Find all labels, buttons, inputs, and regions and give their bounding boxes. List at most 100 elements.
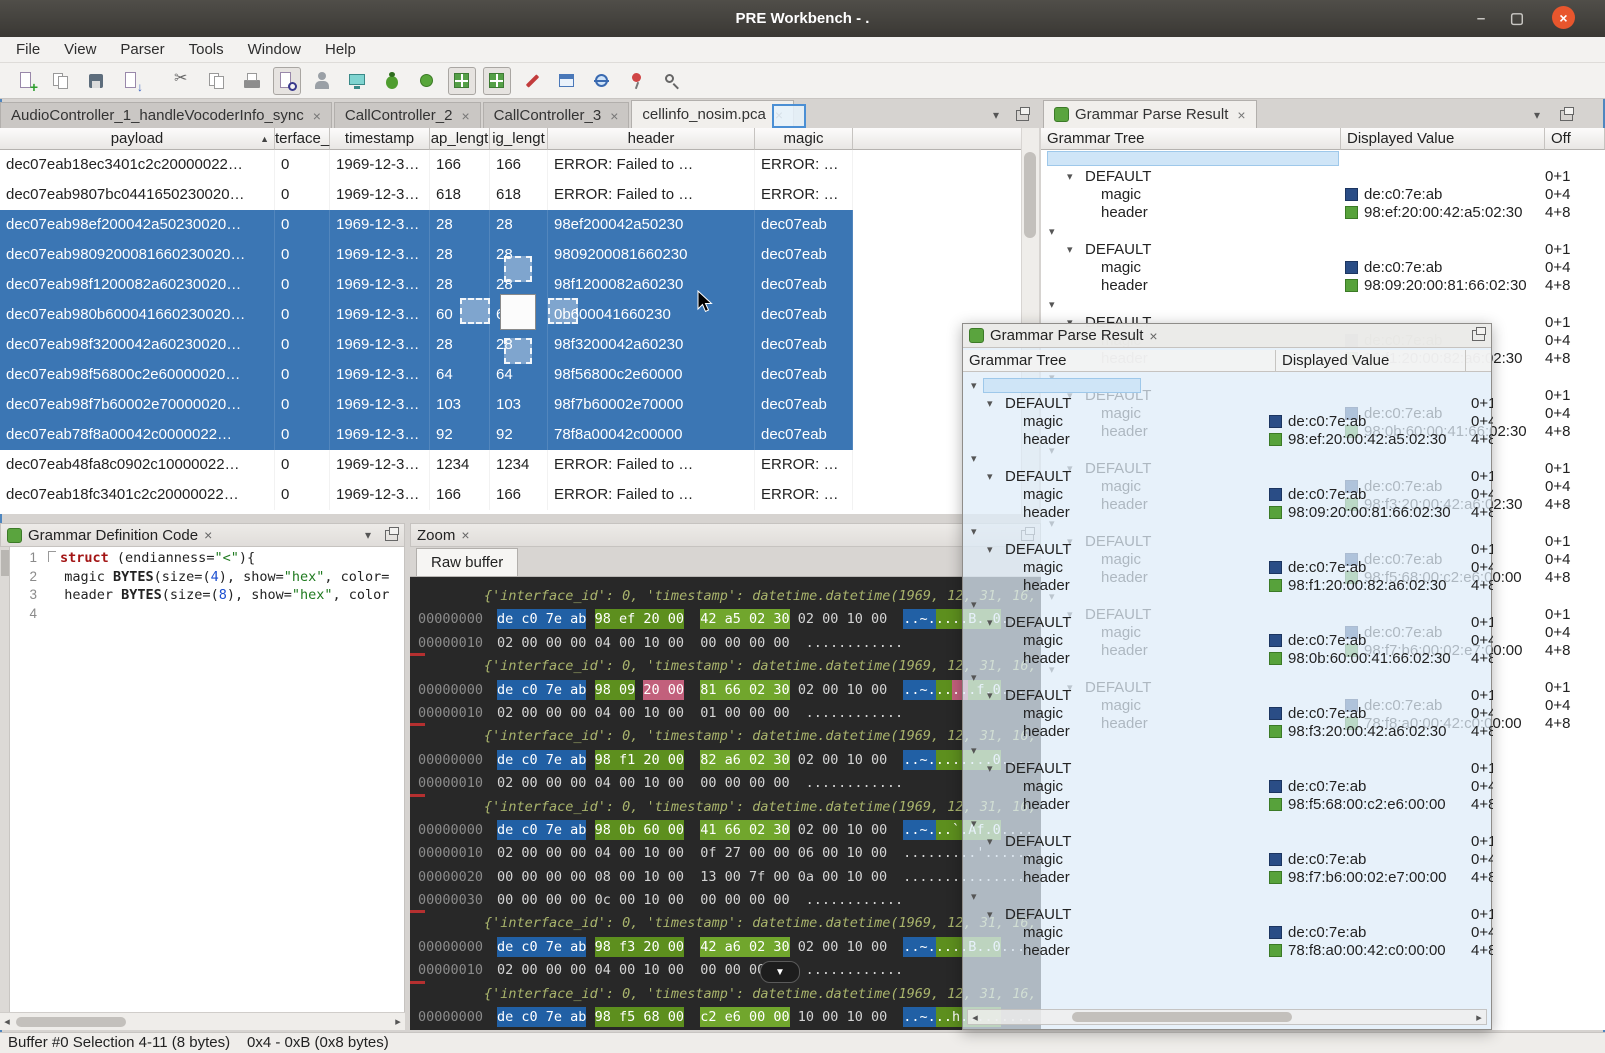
debug-button[interactable] — [378, 67, 406, 95]
pin-button[interactable] — [623, 67, 651, 95]
parse-root-row[interactable]: ▾ — [963, 888, 1493, 906]
hex-viewer[interactable]: {'interface_id': 0, 'timestamp': datetim… — [410, 577, 1041, 1030]
floating-column-0[interactable]: Grammar Tree — [963, 350, 1276, 371]
parse-header-row[interactable]: header98:f3:20:00:42:a6:02:304+8 — [963, 723, 1493, 741]
parse-magic-row[interactable]: magicde:c0:7e:ab0+4 — [963, 486, 1493, 504]
column-header-payload[interactable]: payload▲ — [0, 128, 275, 150]
parse-root-row[interactable]: ▾ — [1041, 223, 1605, 241]
hex-line[interactable]: 00000000de c0 7e ab 98 f1 20 00 82 a6 02… — [418, 749, 1041, 772]
chevron-down-icon[interactable]: ▾ — [1067, 168, 1073, 186]
column-header-header[interactable]: header — [548, 128, 755, 150]
hex-line[interactable]: 0000003000 00 00 00 0c 00 10 00 00 00 00… — [418, 889, 1041, 912]
chevron-down-icon[interactable]: ▾ — [1067, 241, 1073, 259]
tab-close-icon[interactable]: × — [313, 108, 321, 124]
column-header-aplengt[interactable]: ap_lengt — [430, 128, 490, 150]
preview-button[interactable] — [273, 67, 301, 95]
menu-help[interactable]: Help — [313, 37, 368, 62]
parse-root-row[interactable]: ▾ — [963, 523, 1493, 541]
code-panel-header[interactable]: Grammar Definition Code × ▾ — [0, 523, 405, 547]
hex-line[interactable]: 0000002000 00 00 00 08 00 10 00 13 00 7f… — [418, 866, 1041, 889]
menu-window[interactable]: Window — [236, 37, 313, 62]
tab-audiocontroller-1-handlevocoderinfo-sync[interactable]: AudioController_1_handleVocoderInfo_sync… — [0, 102, 332, 128]
floating-hscrollbar[interactable]: ◂ ▸ — [967, 1009, 1487, 1025]
parse-default-row[interactable]: ▾DEFAULT0+1 — [963, 468, 1493, 486]
hex-line[interactable]: 00000000de c0 7e ab 98 f5 68 00 c2 e6 00… — [418, 1006, 1041, 1029]
parse-header-row[interactable]: header98:ef:20:00:42:a5:02:304+8 — [1041, 204, 1605, 222]
table-row[interactable]: dec07eab98f7b60002e70000020…01969-12-3…1… — [0, 390, 853, 420]
parse-magic-row[interactable]: magicde:c0:7e:ab0+4 — [963, 924, 1493, 942]
tab-grammar-parse-result[interactable]: Grammar Parse Result × — [1043, 100, 1257, 128]
menu-file[interactable]: File — [4, 37, 52, 62]
fold-bracket-icon[interactable] — [48, 551, 56, 562]
parse-header-row[interactable]: header98:09:20:00:81:66:02:304+8 — [963, 504, 1493, 522]
scroll-down-pill[interactable]: ▼ — [760, 961, 800, 983]
marker-button[interactable] — [518, 67, 546, 95]
parse-column-2[interactable]: Off — [1545, 128, 1605, 150]
column-header-iglengt[interactable]: ig_lengt — [490, 128, 548, 150]
chevron-down-icon[interactable]: ▾ — [1049, 296, 1055, 314]
dock-chevron-icon[interactable]: ▾ — [1534, 108, 1540, 122]
parse-default-row[interactable]: ▾DEFAULT0+1 — [963, 541, 1493, 559]
tab-callcontroller-3[interactable]: CallController_3× — [483, 102, 630, 128]
parse-default-row[interactable]: ▾DEFAULT0+1 — [963, 687, 1493, 705]
window-button[interactable] — [553, 67, 581, 95]
search-button[interactable] — [658, 67, 686, 95]
chevron-down-icon[interactable]: ▾ — [987, 760, 993, 778]
parse-root-row[interactable]: ▾ — [963, 669, 1493, 687]
parse-default-row[interactable]: ▾DEFAULT0+1 — [1041, 241, 1605, 259]
parse-default-row[interactable]: ▾DEFAULT0+1 — [1041, 168, 1605, 186]
new-file-button[interactable]: + — [12, 67, 40, 95]
tab-detach-icon[interactable] — [1016, 110, 1029, 121]
chevron-down-icon[interactable]: ▾ — [1049, 223, 1055, 241]
run-button[interactable] — [413, 67, 441, 95]
chevron-down-icon[interactable]: ▾ — [971, 815, 977, 833]
parse-default-row[interactable]: ▾DEFAULT0+1 — [963, 833, 1493, 851]
hex-line[interactable]: 0000001002 00 00 00 04 00 10 00 00 00 00… — [418, 632, 1041, 655]
parse-header-row[interactable]: header98:0b:60:00:41:66:02:304+8 — [963, 650, 1493, 668]
cut-button[interactable]: ✂ — [168, 67, 196, 95]
hex-line[interactable]: 00000000de c0 7e ab 98 0b 60 00 41 66 02… — [418, 819, 1041, 842]
parse-header-row[interactable]: header78:f8:a0:00:42:c0:00:004+8 — [963, 942, 1493, 960]
chevron-down-icon[interactable]: ▾ — [971, 888, 977, 906]
tab-close-icon[interactable]: × — [610, 108, 618, 124]
parse-header-row[interactable]: header98:09:20:00:81:66:02:304+8 — [1041, 277, 1605, 295]
parse-magic-row[interactable]: magicde:c0:7e:ab0+4 — [963, 778, 1493, 796]
scrollbar-thumb[interactable] — [1072, 1012, 1292, 1022]
close-button[interactable]: × — [1552, 6, 1575, 29]
scroll-left-icon[interactable]: ◂ — [0, 1015, 14, 1028]
floating-window-detach-icon[interactable] — [1472, 330, 1485, 341]
capture-button[interactable] — [343, 67, 371, 95]
table-row[interactable]: dec07eab980b600041660230020…01969-12-3…6… — [0, 300, 853, 330]
chevron-down-icon[interactable]: ▾ — [987, 687, 993, 705]
hex-line[interactable]: 0000001002 00 00 00 04 00 10 00 01 00 00… — [418, 702, 1041, 725]
table-row[interactable]: dec07eab9807bc0441650230020…01969-12-3…6… — [0, 180, 853, 210]
tab-close-icon[interactable]: × — [1237, 107, 1245, 123]
parse-magic-row[interactable]: magicde:c0:7e:ab0+4 — [1041, 186, 1605, 204]
menu-tools[interactable]: Tools — [177, 37, 236, 62]
chevron-down-icon[interactable]: ▾ — [987, 833, 993, 851]
chevron-down-icon[interactable]: ▾ — [971, 450, 977, 468]
grammar-grid-button[interactable] — [448, 67, 476, 95]
scroll-right-icon[interactable]: ▸ — [1472, 1011, 1486, 1024]
code-strip-handle[interactable] — [1, 550, 9, 576]
chevron-down-icon[interactable]: ▾ — [971, 669, 977, 687]
save-button[interactable] — [82, 67, 110, 95]
floating-window-title-bar[interactable]: Grammar Parse Result × — [963, 324, 1491, 348]
scroll-left-icon[interactable]: ◂ — [968, 1011, 982, 1024]
floating-window-close-icon[interactable]: × — [1149, 328, 1157, 344]
print-button[interactable] — [238, 67, 266, 95]
code-panel-close-icon[interactable]: × — [204, 527, 212, 543]
parse-magic-row[interactable]: magicde:c0:7e:ab0+4 — [963, 632, 1493, 650]
chevron-down-icon[interactable]: ▾ — [987, 541, 993, 559]
user-button[interactable] — [308, 67, 336, 95]
parse-column-1[interactable]: Displayed Value — [1341, 128, 1545, 150]
column-header-terface[interactable]: terface_ — [275, 128, 330, 150]
parse-default-row[interactable]: ▾DEFAULT0+1 — [963, 906, 1493, 924]
menu-view[interactable]: View — [52, 37, 108, 62]
floating-parse-result-window[interactable]: Grammar Parse Result × Grammar TreeDispl… — [962, 323, 1492, 1030]
table-row[interactable]: dec07eab18ec3401c2c20000022…01969-12-3…1… — [0, 150, 853, 180]
tab-cellinfo-nosim-pca[interactable]: cellinfo_nosim.pca× — [631, 100, 794, 128]
parse-header-row[interactable]: header98:f1:20:00:82:a6:02:304+8 — [963, 577, 1493, 595]
parse-column-0[interactable]: Grammar Tree — [1041, 128, 1341, 150]
parse-default-row[interactable]: ▾DEFAULT0+1 — [963, 760, 1493, 778]
